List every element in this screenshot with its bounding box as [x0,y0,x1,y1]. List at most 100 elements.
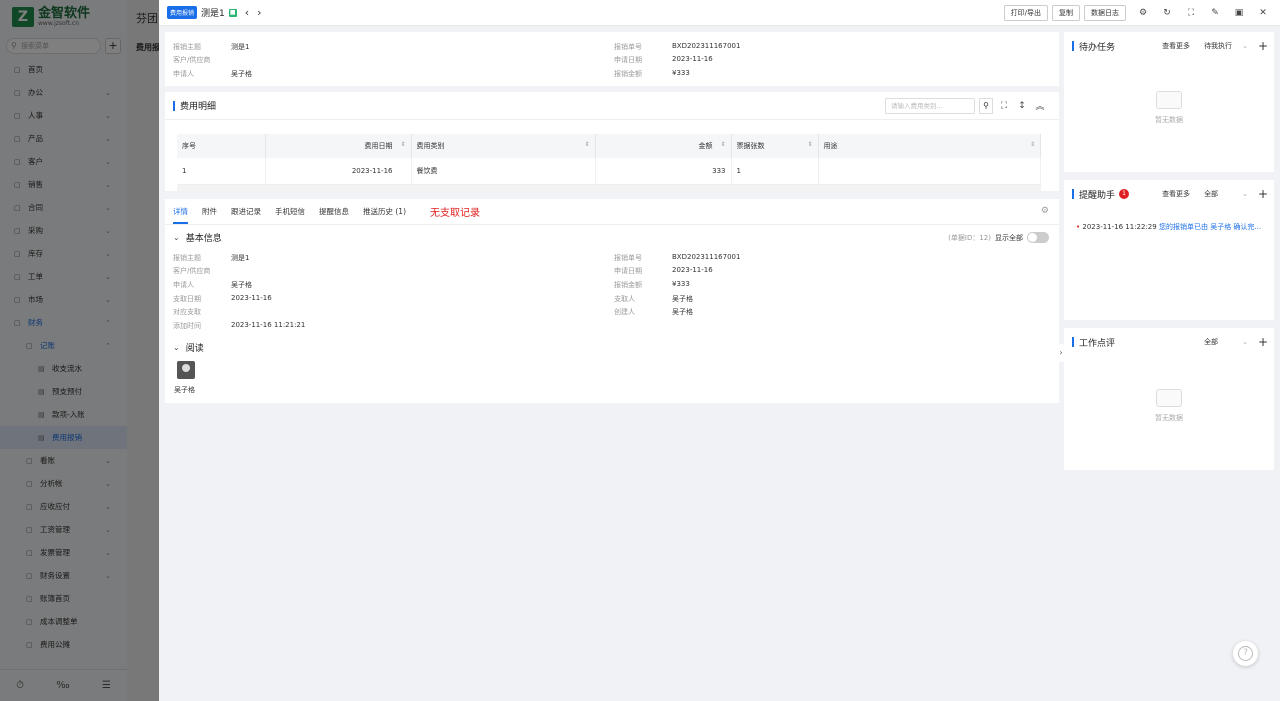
table-row[interactable]: 1 2023-11-16 餐饮费 333 1 [177,158,1041,185]
remind-more-link[interactable]: 查看更多 [1162,189,1190,199]
basic-info-grid: 报销主题 测是1 客户/供应商 申请人 吴子格 支取日期 2023-11-16 对应支… [165,251,1059,335]
data-log-button[interactable]: 数据日志 [1084,4,1126,21]
info-applicant: 申请人 吴子格 [173,280,252,289]
basic-info-title: 基本信息 [185,234,222,244]
todo-header: 待办任务 查看更多 待我执行 ⌄ + [1064,32,1274,60]
help-button[interactable]: ? [1233,641,1258,666]
col-amount[interactable]: 金额 ⇕ [595,134,732,158]
todo-empty: 暂无数据 [1064,60,1274,156]
review-empty-text: 暂无数据 [1155,414,1183,422]
print-export-button[interactable]: 打印/导出 [1003,4,1048,21]
expense-detail-title: 费用明细 [180,102,217,112]
summary-doc-no: 报销单号 BXD202311167001 [614,42,741,51]
row-height-icon[interactable]: ↕ [1015,101,1029,111]
chevron-down-icon[interactable]: ⌄ [1242,42,1248,50]
summary-apply-date: 申请日期 2023-11-16 [614,55,713,64]
expense-search-input[interactable]: 请输入费用类别... [885,97,975,114]
fullscreen-icon[interactable]: ⛶ [1184,8,1198,18]
cell-category: 餐饮费 [411,158,596,185]
info-subject: 报销主题 测是1 [173,253,250,262]
remind-time: 2023-11-16 11:22:29 [1082,223,1157,231]
tab-attachments[interactable]: 附件 [202,206,217,217]
section-bar [1072,41,1074,51]
remind-item[interactable]: • 2023-11-16 11:22:29 您的报销单已由 吴子格 确认完... [1064,208,1274,232]
col-date[interactable]: 费用日期 ⇕ [265,134,412,158]
tab-settings-icon[interactable]: ⚙ [1041,206,1049,216]
tab-followup[interactable]: 跟进记录 [231,206,261,217]
collapse-panel-button[interactable]: › [1057,344,1065,362]
help-icon: ? [1238,646,1253,661]
expand-icon[interactable]: ⛶ [997,101,1011,111]
chevron-down-icon[interactable]: ⌄ [1242,338,1248,346]
remind-panel: 提醒助手 1 查看更多 全部 ⌄ + • 2023-11-16 11:22:29… [1064,180,1274,320]
review-filter-select[interactable]: 全部 [1204,337,1218,347]
todo-more-link[interactable]: 查看更多 [1162,41,1190,51]
type-tag: 费用报销 [167,6,198,19]
chevron-down-icon[interactable]: ⌄ [1242,190,1248,198]
chevron-down-icon[interactable]: ⌄ [173,233,180,242]
summary-amount: 报销金额 ¥333 [614,69,690,78]
col-tickets[interactable]: 票据张数 ⇕ [731,134,819,158]
save-icon[interactable]: ▣ [1232,8,1246,18]
empty-box-icon [1156,91,1182,109]
refresh-icon[interactable]: ↻ [1160,8,1174,18]
summary-subject: 报销主题 测是1 [173,43,250,51]
summary-customer: 客户/供应商 [173,56,211,64]
remind-badge: 1 [1119,189,1130,199]
col-index[interactable]: 序号 [177,134,266,158]
no-withdrawal-note: 无支取记录 [430,207,481,219]
col-purpose[interactable]: 用途 ⇕ [818,134,1041,158]
settings-icon[interactable]: ⚙ [1136,8,1150,18]
review-add-button[interactable]: + [1258,335,1268,349]
show-all-label: 显示全部 [995,233,1023,242]
detail-tabs-card: 详情 附件 跟进记录 手机短信 提醒信息 推送历史 (1) 无支取记录 ⚙ ⌄ … [165,198,1059,403]
todo-title: 待办任务 [1079,42,1116,53]
cell-purpose [818,158,1041,185]
show-all-toggle[interactable] [1027,232,1049,243]
remind-filter-select[interactable]: 全部 [1204,189,1218,199]
app-root: Z 金智软件 www.jzsoft.cn 搜索菜单 + ▢首页▢办公⌄▢人事⌄▢… [0,0,1280,701]
review-empty: 暂无数据 [1064,356,1274,456]
tab-sms[interactable]: 手机短信 [275,206,305,217]
info-customer: 客户/供应商 [173,267,211,275]
read-header[interactable]: ⌄ 阅读 [165,335,1059,361]
review-title: 工作点评 [1079,338,1116,349]
close-icon[interactable]: ✕ [1256,8,1270,18]
search-icon[interactable]: ⚲ [979,97,993,114]
summary-card: 报销主题 测是1 客户/供应商 申请人 吴子格 报销单号 BXD20231116700… [165,32,1059,86]
main-column: 报销主题 测是1 客户/供应商 申请人 吴子格 报销单号 BXD20231116700… [165,32,1059,409]
tab-push-history[interactable]: 推送历史 (1) [363,206,406,217]
cell-amount: 333 [595,158,732,185]
remind-add-button[interactable]: + [1258,187,1268,201]
side-panels: 待办任务 查看更多 待我执行 ⌄ + 暂无数据 提醒助手 1 查看更多 全部 ⌄… [1064,32,1274,478]
tab-details[interactable]: 详情 [173,206,188,224]
col-category[interactable]: 费用类别 ⇕ [411,134,596,158]
show-all-control: (单据ID：12) 显示全部 [948,232,1049,243]
empty-box-icon [1156,389,1182,407]
table-header-row: 序号 费用日期 ⇕ 费用类别 ⇕ 金额 ⇕ 票据张数 ⇕ 用途 ⇕ [177,134,1041,158]
todo-add-button[interactable]: + [1258,39,1268,53]
expense-detail-card: 费用明细 请输入费用类别... ⚲ ⛶ ↕ ︽ 序号 费用日期 ⇕ 费用类别 ⇕… [165,92,1059,191]
edit-icon[interactable]: ✎ [1208,8,1222,18]
doc-id: (单据ID：12) [948,233,991,242]
detail-drawer: 费用报销 测是1 ■ ‹ › 打印/导出 复制 数据日志 ⚙ ↻ ⛶ ✎ ▣ ✕… [159,0,1280,701]
info-withdraw-date: 支取日期 2023-11-16 [173,293,272,303]
info-amount: 报销金额 ¥333 [614,279,690,289]
info-doc-no: 报销单号 BXD202311167001 [614,252,741,262]
todo-filter-select[interactable]: 待我执行 [1204,41,1232,51]
collapse-up-icon[interactable]: ︽ [1033,99,1047,112]
next-record-button[interactable]: › [257,6,261,19]
remind-text[interactable]: 您的报销单已由 吴子格 确认完... [1159,223,1261,231]
chevron-down-icon[interactable]: ⌄ [173,343,180,352]
unread-dot-icon: • [1076,223,1081,231]
todo-panel: 待办任务 查看更多 待我执行 ⌄ + 暂无数据 [1064,32,1274,172]
drawer-header: 费用报销 测是1 ■ ‹ › 打印/导出 复制 数据日志 ⚙ ↻ ⛶ ✎ ▣ ✕ [159,0,1280,26]
avatar[interactable] [177,360,195,379]
expense-detail-header: 费用明细 请输入费用类别... ⚲ ⛶ ↕ ︽ [165,92,1059,120]
basic-info-header[interactable]: ⌄ 基本信息 (单据ID：12) 显示全部 [165,225,1059,251]
copy-button[interactable]: 复制 [1052,4,1080,21]
tab-reminders[interactable]: 提醒信息 [319,206,349,217]
todo-empty-text: 暂无数据 [1155,116,1183,124]
prev-record-button[interactable]: ‹ [245,6,249,19]
table-scrollbar[interactable] [177,184,1041,191]
